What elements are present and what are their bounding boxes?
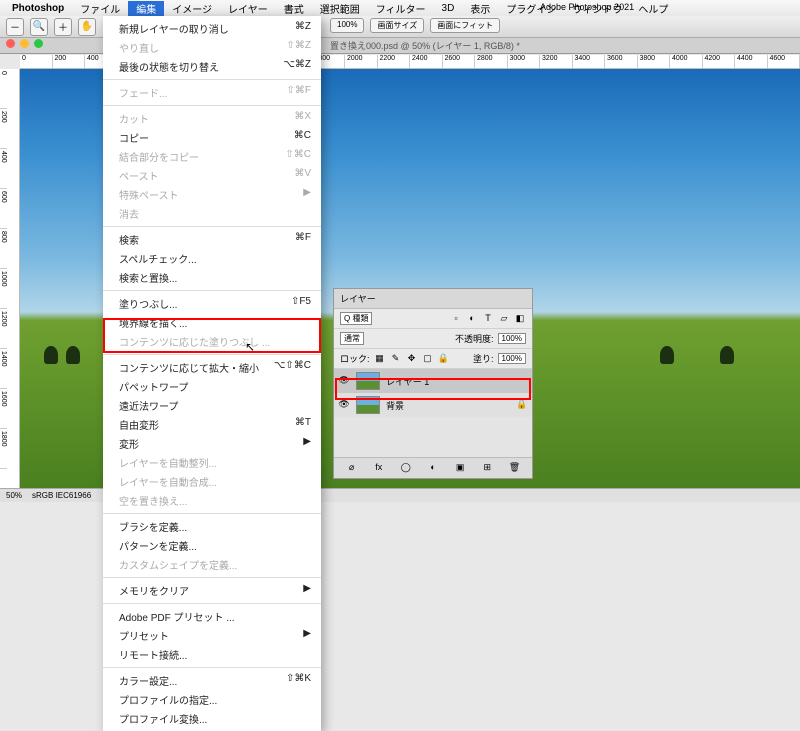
app-name: Photoshop [4,3,72,14]
menu-view[interactable]: 表示 [462,1,498,16]
menu-item: 特殊ペースト▶ [103,185,321,204]
layers-panel-footer: ⌀ fx ◯ ◐ ▣ ⊞ 🗑 [334,457,532,478]
ruler-vertical: 020040060080010001200140016001800 [0,69,20,488]
menu-item[interactable]: プリセット▶ [103,626,321,645]
zoom-level[interactable]: 50% [6,491,22,500]
menu-item[interactable]: 塗りつぶし...⇧F5 [103,294,321,313]
fit-screen-button[interactable]: 画面サイズ [370,18,424,33]
opacity-value[interactable]: 100% [498,333,526,344]
menu-item[interactable]: 検索と置換... [103,268,321,287]
lock-icon: 🔒 [516,399,528,411]
menu-item: やり直し⇧⌘Z [103,38,321,57]
menu-item: フェード...⇧⌘F [103,83,321,102]
menu-item: 結合部分をコピー⇧⌘C [103,147,321,166]
menu-item: レイヤーを自動合成... [103,472,321,491]
layer-filter-type[interactable]: Q 種類 [340,312,372,325]
menu-item[interactable]: ブラシを定義... [103,517,321,536]
menu-item[interactable]: 自由変形⌘T [103,415,321,434]
opacity-label: 不透明度: [455,332,494,345]
lock-artboard-icon[interactable]: ▢ [422,353,434,365]
menu-file[interactable]: ファイル [72,1,128,16]
menu-item[interactable]: リモート接続... [103,645,321,664]
layer-name[interactable]: 背景 [386,399,404,412]
window-controls [6,39,43,48]
trash-icon[interactable]: 🗑 [508,462,520,474]
menu-item[interactable]: 遠近法ワープ [103,396,321,415]
link-icon[interactable]: ⌀ [346,462,358,474]
zoom-tool-icon[interactable]: 🔍 [30,18,48,36]
menu-item[interactable]: パターンを定義... [103,536,321,555]
minimize-icon[interactable] [20,39,29,48]
menu-item: カット⌘X [103,109,321,128]
menu-item[interactable]: スペルチェック... [103,249,321,268]
lock-label: ロック: [340,352,370,365]
mask-icon[interactable]: ◯ [400,462,412,474]
hand-tool-icon[interactable]: ✋ [78,18,96,36]
menu-item[interactable]: パペットワープ [103,377,321,396]
menu-item: レイヤーを自動整列... [103,453,321,472]
menu-item[interactable]: コピー⌘C [103,128,321,147]
zoom-in-icon[interactable]: ＋ [54,18,72,36]
menu-layer[interactable]: レイヤー [220,1,276,16]
fill-value[interactable]: 100% [498,353,526,364]
highlight-box-layer [335,378,531,400]
menu-item[interactable]: 最後の状態を切り替え⌥⌘Z [103,57,321,76]
layers-panel-title: レイヤー [334,289,532,309]
menu-item[interactable]: コンテンツに応じて拡大・縮小⌥⇧⌘C [103,358,321,377]
filter-shape-icon[interactable]: ▱ [498,313,510,325]
adjustment-icon[interactable]: ◐ [427,462,439,474]
color-profile: sRGB IEC61966 [32,491,91,500]
menu-item: ペースト⌘V [103,166,321,185]
lock-move-icon[interactable]: ✥ [406,353,418,365]
menu-item[interactable]: カラー設定...⇧⌘K [103,671,321,690]
menu-filter[interactable]: フィルター [368,1,434,16]
menu-type[interactable]: 書式 [276,1,312,16]
document-tab[interactable]: 置き換え000.psd @ 50% (レイヤー 1, RGB/8) * [320,39,530,52]
menu-item: 空を置き換え... [103,491,321,510]
menubar: Photoshop ファイル 編集 イメージ レイヤー 書式 選択範囲 フィルタ… [0,0,800,16]
menu-item[interactable]: Adobe PDF プリセット ... [103,607,321,626]
lock-all-icon[interactable]: 🔒 [438,353,450,365]
app-title: Adobe Photoshop 2021 [540,2,634,12]
menu-item: カスタムシェイプを定義... [103,555,321,574]
lock-brush-icon[interactable]: ✎ [390,353,402,365]
filter-image-icon[interactable]: ▫ [450,313,462,325]
zoom-100-button[interactable]: 100% [330,18,364,33]
group-icon[interactable]: ▣ [454,462,466,474]
filter-adjust-icon[interactable]: ◐ [466,313,478,325]
filter-smart-icon[interactable]: ◧ [514,313,526,325]
zoom-presets: 100% 画面サイズ 画面にフィット [330,18,500,33]
close-icon[interactable] [6,39,15,48]
lock-transparency-icon[interactable]: ▦ [374,353,386,365]
menu-item[interactable]: 新規レイヤーの取り消し⌘Z [103,19,321,38]
menu-item[interactable]: メモリをクリア▶ [103,581,321,600]
fill-label: 塗り: [473,352,494,365]
zoom-out-icon[interactable]: － [6,18,24,36]
fill-screen-button[interactable]: 画面にフィット [430,18,500,33]
edit-menu-dropdown: 新規レイヤーの取り消し⌘Zやり直し⇧⌘Z最後の状態を切り替え⌥⌘Z フェード...… [103,16,321,731]
menu-help[interactable]: ヘルプ [630,1,676,16]
cursor-icon: ↖ [245,340,255,354]
highlight-box-menu [103,318,321,353]
menu-item[interactable]: 検索⌘F [103,230,321,249]
menu-select[interactable]: 選択範囲 [312,1,368,16]
visibility-icon[interactable]: 👁 [338,399,350,411]
menu-item: 消去 [103,204,321,223]
menu-item[interactable]: 変形▶ [103,434,321,453]
menu-3d[interactable]: 3D [434,3,463,14]
maximize-icon[interactable] [34,39,43,48]
menu-item[interactable]: プロファイル変換... [103,709,321,728]
blend-mode-select[interactable]: 通常 [340,332,364,345]
filter-type-icon[interactable]: T [482,313,494,325]
menu-edit[interactable]: 編集 [128,1,164,16]
fx-icon[interactable]: fx [373,462,385,474]
menu-item[interactable]: プロファイルの指定... [103,690,321,709]
new-layer-icon[interactable]: ⊞ [481,462,493,474]
menu-image[interactable]: イメージ [164,1,220,16]
